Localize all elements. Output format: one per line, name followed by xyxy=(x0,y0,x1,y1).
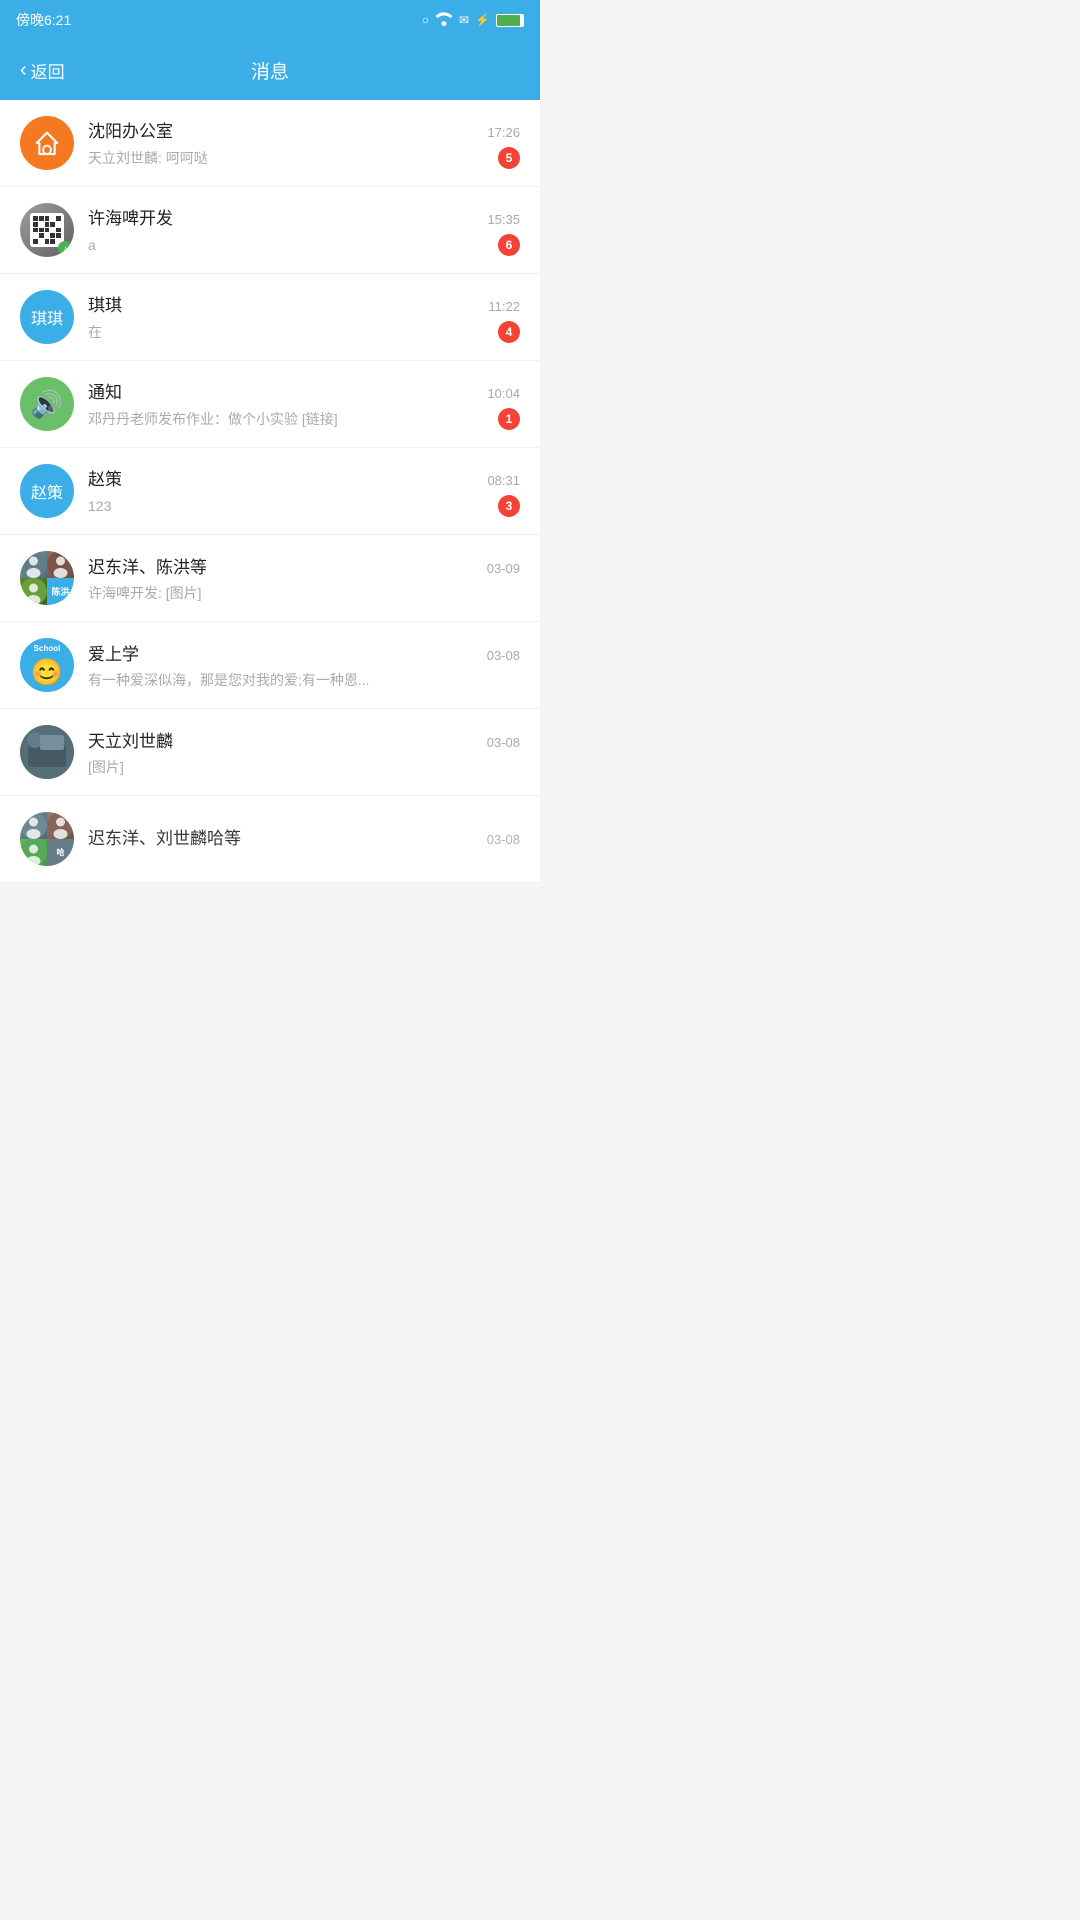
unread-badge: 1 xyxy=(498,408,520,430)
message-time: 17:26 xyxy=(487,125,520,140)
message-time: 11:22 xyxy=(488,299,520,314)
message-content: 许海啤开发 15:35 a 6 xyxy=(88,204,520,256)
list-item[interactable]: 陈洪 迟东洋、陈洪等 03-09 许海啤开发: [图片] xyxy=(0,535,540,622)
battery-charging-icon: ⚡ xyxy=(475,13,490,27)
avatar: 琪琪 xyxy=(20,290,74,344)
message-preview: a xyxy=(88,237,428,253)
message-content: 通知 10:04 邓丹丹老师发布作业：做个小实验 [链接] 1 xyxy=(88,378,520,430)
wifi-icon xyxy=(435,12,453,29)
status-time: 傍晚6:21 xyxy=(16,10,71,30)
avatar-text: 琪琪 xyxy=(31,305,63,329)
contact-name: 爱上学 xyxy=(88,640,139,665)
contact-name: 迟东洋、陈洪等 xyxy=(88,553,207,578)
page-title: 消息 xyxy=(251,57,289,84)
message-time: 10:04 xyxy=(487,386,520,401)
school-label: School xyxy=(34,644,61,653)
message-content: 琪琪 11:22 在 4 xyxy=(88,291,520,343)
list-item[interactable]: 天立刘世麟 03-08 [图片] xyxy=(0,709,540,796)
contact-name: 天立刘世麟 xyxy=(88,727,173,752)
message-preview: 许海啤开发: [图片] xyxy=(88,583,428,603)
message-time: 03-08 xyxy=(487,832,520,847)
message-content: 赵策 08:31 123 3 xyxy=(88,465,520,517)
unread-badge: 3 xyxy=(498,495,520,517)
contact-name: 赵策 xyxy=(88,465,122,490)
avatar-text: 赵策 xyxy=(31,479,63,503)
message-time: 03-09 xyxy=(487,561,520,576)
message-preview: [图片] xyxy=(88,757,428,777)
message-content: 迟东洋、陈洪等 03-09 许海啤开发: [图片] xyxy=(88,553,520,603)
list-item[interactable]: 🔊 通知 10:04 邓丹丹老师发布作业：做个小实验 [链接] 1 xyxy=(0,361,540,448)
contact-name: 许海啤开发 xyxy=(88,204,173,229)
contact-name: 琪琪 xyxy=(88,291,122,316)
list-item[interactable]: 琪琪 琪琪 11:22 在 4 xyxy=(0,274,540,361)
battery-icon xyxy=(496,14,524,27)
message-content: 天立刘世麟 03-08 [图片] xyxy=(88,727,520,777)
status-icons: ○ ✉ ⚡ xyxy=(422,12,524,29)
avatar: 🔊 xyxy=(20,377,74,431)
status-bar: 傍晚6:21 ○ ✉ ⚡ xyxy=(0,0,540,40)
message-time: 08:31 xyxy=(487,473,520,488)
list-item[interactable]: 沈阳办公室 17:26 天立刘世麟: 呵呵哒 5 xyxy=(0,100,540,187)
list-item[interactable]: ♪ 许海啤开发 15:35 a 6 xyxy=(0,187,540,274)
avatar xyxy=(20,116,74,170)
unread-badge: 4 xyxy=(498,321,520,343)
message-list: 沈阳办公室 17:26 天立刘世麟: 呵呵哒 5 ♪ xyxy=(0,100,540,883)
avatar: 哈 xyxy=(20,812,74,866)
back-label: 返回 xyxy=(31,58,65,83)
message-icon: ✉ xyxy=(459,13,469,27)
speaker-icon: 🔊 xyxy=(31,389,63,420)
message-preview: 在 xyxy=(88,322,428,342)
avatar: 陈洪 xyxy=(20,551,74,605)
contact-name: 迟东洋、刘世麟哈等 xyxy=(88,824,241,849)
list-item[interactable]: 哈 迟东洋、刘世麟哈等 03-08 xyxy=(0,796,540,883)
message-preview: 邓丹丹老师发布作业：做个小实验 [链接] xyxy=(88,409,428,429)
message-content: 沈阳办公室 17:26 天立刘世麟: 呵呵哒 5 xyxy=(88,117,520,169)
header: ‹ 返回 消息 xyxy=(0,40,540,100)
unread-badge: 5 xyxy=(498,147,520,169)
avatar: School 😊 xyxy=(20,638,74,692)
message-time: 03-08 xyxy=(487,648,520,663)
message-time: 15:35 xyxy=(487,212,520,227)
back-button[interactable]: ‹ 返回 xyxy=(20,58,65,83)
list-item[interactable]: 赵策 赵策 08:31 123 3 xyxy=(0,448,540,535)
avatar: 赵策 xyxy=(20,464,74,518)
back-chevron-icon: ‹ xyxy=(20,59,27,82)
contact-name: 沈阳办公室 xyxy=(88,117,173,142)
list-item[interactable]: School 😊 爱上学 03-08 有一种爱深似海，那是您对我的爱;有一种恩.… xyxy=(0,622,540,709)
message-preview: 123 xyxy=(88,498,428,514)
avatar xyxy=(20,725,74,779)
message-preview: 天立刘世麟: 呵呵哒 xyxy=(88,148,428,168)
message-content: 迟东洋、刘世麟哈等 03-08 xyxy=(88,824,520,854)
message-preview: 有一种爱深似海，那是您对我的爱;有一种恩... xyxy=(88,670,428,690)
unread-badge: 6 xyxy=(498,234,520,256)
message-content: 爱上学 03-08 有一种爱深似海，那是您对我的爱;有一种恩... xyxy=(88,640,520,690)
message-time: 03-08 xyxy=(487,735,520,750)
alarm-icon: ○ xyxy=(422,13,429,27)
avatar: ♪ xyxy=(20,203,74,257)
contact-name: 通知 xyxy=(88,378,122,403)
